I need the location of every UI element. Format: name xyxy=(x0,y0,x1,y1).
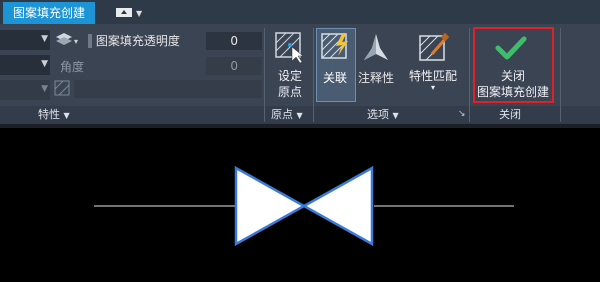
group-divider xyxy=(560,28,561,122)
properties-group-label[interactable]: 特性 ▼ xyxy=(38,107,70,123)
group-divider xyxy=(469,28,470,122)
transparency-row: 图案填充透明度 xyxy=(88,32,180,49)
set-origin-label-2: 原点 xyxy=(277,85,302,99)
hatch-scale-input[interactable] xyxy=(74,80,262,98)
angle-value: 0 xyxy=(230,59,238,73)
match-properties-label: 特性匹配 xyxy=(408,69,457,83)
chevron-down-icon: ▼ xyxy=(136,9,143,18)
close-group-label: 关闭 xyxy=(499,108,521,121)
transparency-input[interactable]: 0 xyxy=(206,32,262,50)
chevron-down-icon: ▾ xyxy=(430,83,435,92)
group-divider xyxy=(313,28,314,122)
options-group-label[interactable]: 选项 ▼ xyxy=(367,107,399,123)
chevron-down-icon: ▼ xyxy=(296,111,303,120)
close-hatch-creation-button[interactable]: 关闭 图案填充创建 xyxy=(474,69,552,99)
origin-group-text: 原点 xyxy=(271,108,293,121)
associative-hatch-icon xyxy=(321,33,348,59)
view-dropdown-button[interactable]: ▼ xyxy=(116,6,144,20)
chevron-down-icon: ▼ xyxy=(41,59,48,69)
transparency-label: 图案填充透明度 xyxy=(95,34,180,48)
options-group-text: 选项 xyxy=(367,108,389,121)
background-color-select[interactable]: ▼ xyxy=(0,80,50,100)
set-origin-icon xyxy=(275,32,304,63)
set-origin-button[interactable]: 设定 原点 xyxy=(270,69,310,99)
transparency-icon xyxy=(88,33,92,48)
annotative-label[interactable]: 注释性 xyxy=(358,69,394,86)
view-dropdown-icon xyxy=(116,8,132,17)
chevron-down-icon: ▼ xyxy=(41,34,48,44)
hatch-color-select[interactable]: ▼ xyxy=(0,55,50,75)
close-label-2: 图案填充创建 xyxy=(476,85,549,99)
hatch-type-select[interactable]: ▼ xyxy=(0,30,50,50)
chevron-down-icon: ▼ xyxy=(63,111,70,120)
match-properties-button[interactable]: 特性匹配 ▾ xyxy=(404,69,462,93)
close-label-1: 关闭 xyxy=(500,69,525,83)
group-divider xyxy=(264,28,265,122)
set-origin-label-1: 设定 xyxy=(277,69,302,83)
chevron-down-icon: ▼ xyxy=(392,111,399,120)
angle-input[interactable]: 0 xyxy=(206,57,262,75)
properties-group-text: 特性 xyxy=(38,108,60,121)
checkmark-icon xyxy=(495,36,527,60)
tab-hatch-creation[interactable]: 图案填充创建 xyxy=(3,2,95,24)
ribbon-tab-bar: 图案填充创建 ▼ xyxy=(0,0,600,24)
svg-text:▾: ▾ xyxy=(74,37,78,46)
chevron-down-icon: ▼ xyxy=(41,84,48,94)
origin-group-label[interactable]: 原点 ▼ xyxy=(271,107,303,123)
dialog-launcher-icon[interactable]: ↘ xyxy=(458,109,466,119)
valve-drawing[interactable] xyxy=(0,124,600,282)
associative-label: 关联 xyxy=(323,71,348,85)
match-properties-icon xyxy=(419,32,450,61)
transparency-value: 0 xyxy=(230,34,238,48)
angle-label: 角度 xyxy=(60,60,85,74)
layers-icon[interactable]: ▾ xyxy=(54,31,80,49)
hatch-scale-icon xyxy=(54,80,70,96)
annotative-icon[interactable] xyxy=(362,32,390,64)
